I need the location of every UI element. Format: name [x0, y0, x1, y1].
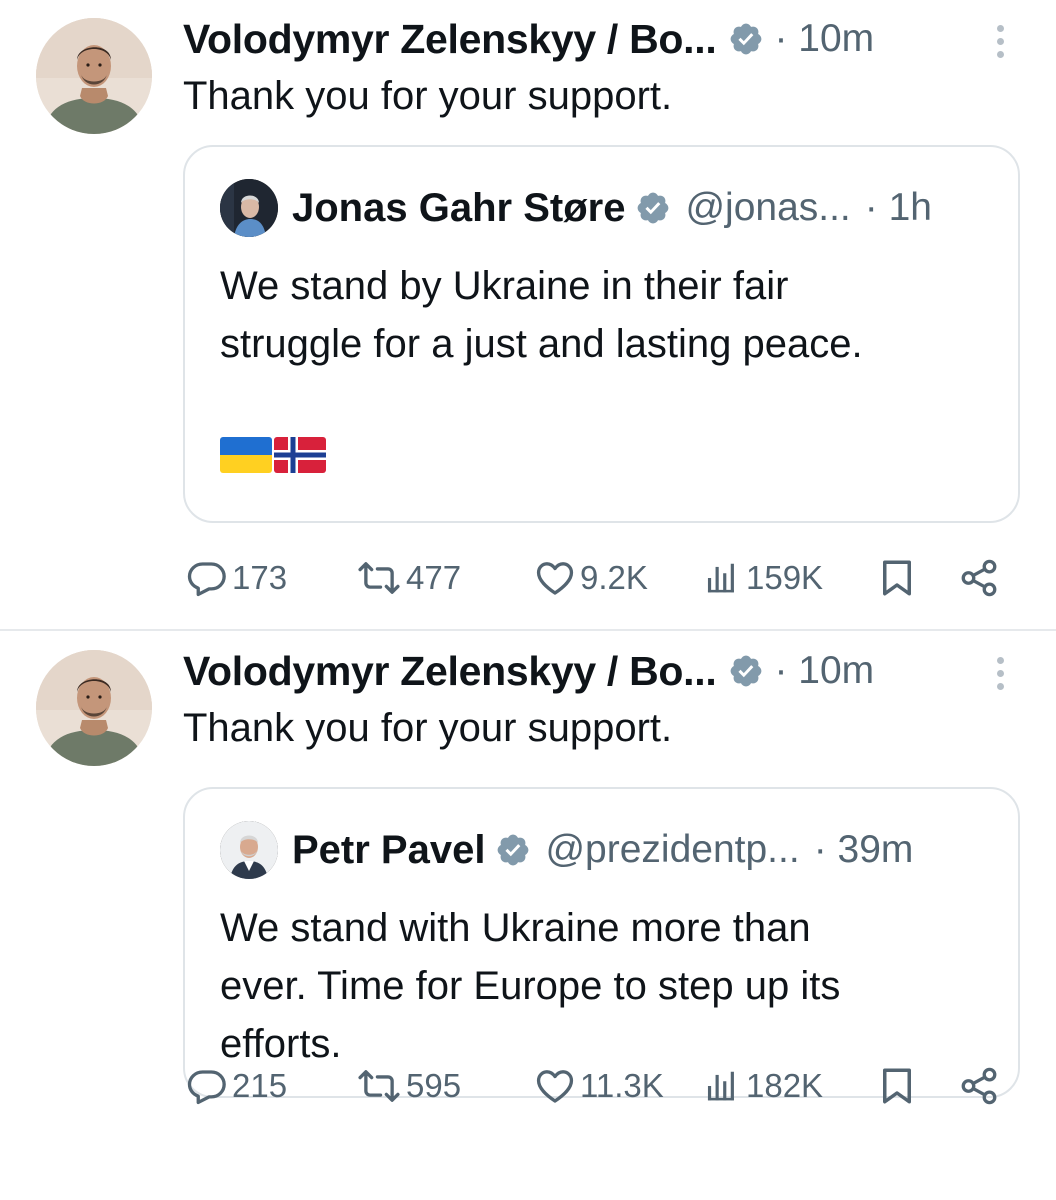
- share-icon: [958, 1065, 1000, 1107]
- quoted-tweet-text: We stand with Ukraine more than ever. Ti…: [220, 899, 978, 1073]
- profile-photo: [36, 18, 152, 134]
- quoted-author-name[interactable]: Petr Pavel: [292, 828, 485, 873]
- bookmark-button[interactable]: [876, 553, 918, 603]
- tweet-text: Thank you for your support.: [183, 706, 673, 750]
- verified-badge-icon[interactable]: [728, 21, 764, 57]
- profile-photo: [220, 179, 278, 237]
- quoted-tweet[interactable]: Jonas Gahr Støre @jonas... · 1h We stand…: [183, 145, 1020, 523]
- reply-count: 173: [232, 559, 288, 596]
- views-button[interactable]: 159K: [704, 553, 823, 603]
- profile-photo: [36, 650, 152, 766]
- text-line: We stand by Ukraine in their fair: [220, 264, 789, 308]
- avatar[interactable]: [36, 650, 152, 766]
- share-icon: [958, 557, 1000, 599]
- avatar[interactable]: [220, 179, 278, 237]
- repost-button[interactable]: 595: [356, 1061, 461, 1111]
- avatar[interactable]: [36, 18, 152, 134]
- quoted-timestamp: · 1h: [864, 186, 932, 229]
- ukraine-flag-icon: [220, 437, 272, 473]
- verified-badge-icon[interactable]: [635, 190, 671, 226]
- repost-button[interactable]: 477: [356, 553, 461, 603]
- reply-icon: [186, 1065, 228, 1107]
- norway-flag-icon: [274, 437, 326, 473]
- verified-badge-icon[interactable]: [728, 653, 764, 689]
- quoted-tweet[interactable]: Petr Pavel @prezidentp... · 39m We stand…: [183, 787, 1020, 1098]
- like-icon: [534, 1065, 576, 1107]
- like-count: 11.3K: [580, 1067, 664, 1104]
- bookmark-icon: [876, 556, 918, 600]
- reply-count: 215: [232, 1067, 288, 1104]
- profile-photo: [220, 821, 278, 879]
- author-name[interactable]: Volodymyr Zelenskyy / Bo...: [183, 16, 717, 63]
- tweet[interactable]: Volodymyr Zelenskyy / Bo... · 10m Thank …: [0, 632, 1056, 1200]
- quoted-timestamp: · 39m: [813, 828, 914, 871]
- text-line: struggle for a just and lasting peace.: [220, 322, 863, 366]
- more-icon[interactable]: [990, 22, 1010, 62]
- action-bar: 173 477 9.2K 159K: [0, 553, 1056, 603]
- quoted-author-handle: @prezidentp...: [545, 828, 800, 871]
- reply-button[interactable]: 215: [186, 1061, 287, 1111]
- divider: [0, 629, 1056, 631]
- reply-icon: [186, 557, 228, 599]
- share-button[interactable]: [958, 1061, 1000, 1111]
- view-count: 159K: [746, 559, 824, 596]
- views-icon: [704, 1067, 742, 1105]
- like-count: 9.2K: [580, 559, 648, 596]
- text-line: We stand with Ukraine more than: [220, 906, 811, 950]
- like-button[interactable]: 11.3K: [534, 1061, 664, 1111]
- avatar[interactable]: [220, 821, 278, 879]
- quoted-author-name[interactable]: Jonas Gahr Støre: [292, 186, 625, 231]
- quoted-tweet-header: Jonas Gahr Støre @jonas... · 1h: [220, 177, 988, 239]
- tweet-header: Volodymyr Zelenskyy / Bo... · 10m: [183, 646, 1016, 696]
- timestamp[interactable]: · 10m: [774, 649, 874, 693]
- views-icon: [704, 559, 742, 597]
- more-icon[interactable]: [990, 654, 1010, 694]
- text-line: ever. Time for Europe to step up its: [220, 964, 841, 1008]
- timestamp[interactable]: · 10m: [774, 17, 874, 61]
- reply-button[interactable]: 173: [186, 553, 287, 603]
- quoted-tweet-text: We stand by Ukraine in their fair strugg…: [220, 257, 978, 373]
- action-bar: 215 595 11.3K 182K: [0, 1061, 1056, 1111]
- bookmark-button[interactable]: [876, 1061, 918, 1111]
- bookmark-icon: [876, 1064, 918, 1108]
- repost-icon: [356, 557, 402, 599]
- like-button[interactable]: 9.2K: [534, 553, 648, 603]
- repost-icon: [356, 1065, 402, 1107]
- quoted-tweet-header: Petr Pavel @prezidentp... · 39m: [220, 819, 988, 881]
- repost-count: 477: [406, 559, 462, 596]
- repost-count: 595: [406, 1067, 462, 1104]
- author-name[interactable]: Volodymyr Zelenskyy / Bo...: [183, 648, 717, 695]
- like-icon: [534, 557, 576, 599]
- verified-badge-icon[interactable]: [495, 832, 531, 868]
- tweet-text: Thank you for your support.: [183, 74, 673, 118]
- share-button[interactable]: [958, 553, 1000, 603]
- views-button[interactable]: 182K: [704, 1061, 823, 1111]
- quoted-author-handle: @jonas...: [685, 186, 851, 229]
- tweet-header: Volodymyr Zelenskyy / Bo... · 10m: [183, 14, 1016, 64]
- tweet[interactable]: Volodymyr Zelenskyy / Bo... · 10m Thank …: [0, 0, 1056, 630]
- flag-emojis: [220, 437, 326, 473]
- view-count: 182K: [746, 1067, 824, 1104]
